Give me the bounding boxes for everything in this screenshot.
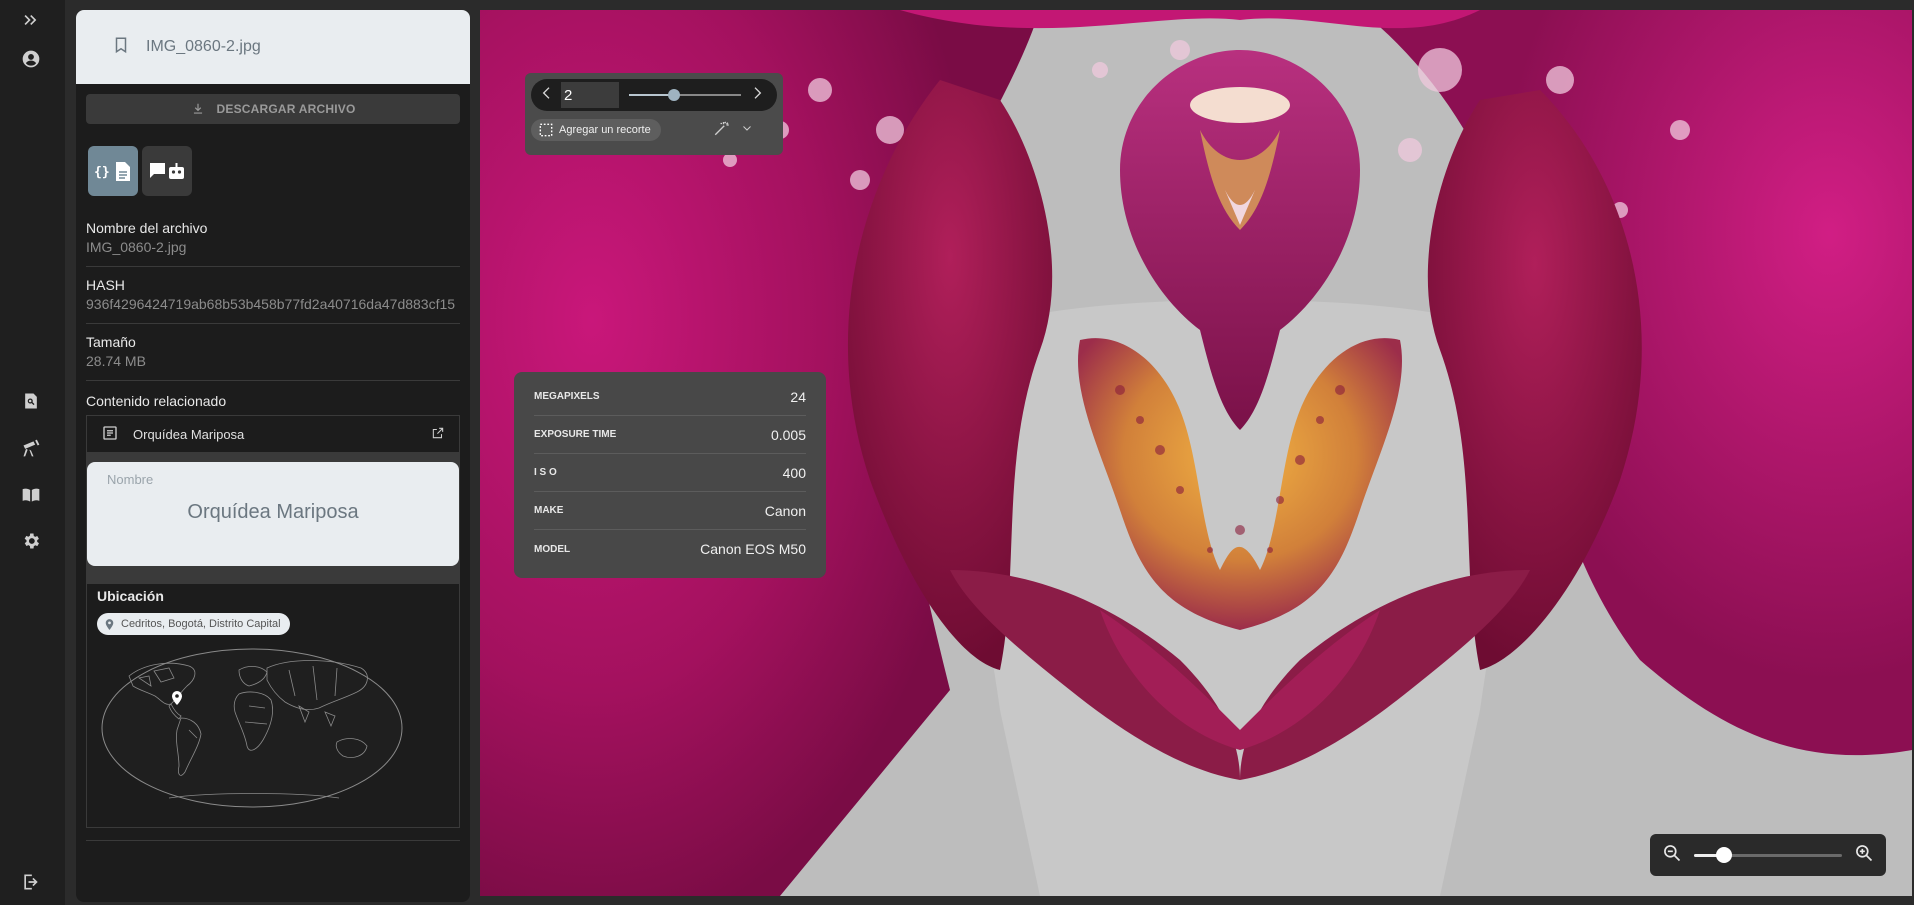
- exif-key: MODEL: [534, 543, 571, 555]
- file-details-panel: IMG_0860-2.jpg DESCARGAR ARCHIVO {} Nomb…: [76, 10, 470, 902]
- view-toggle: {}: [88, 146, 470, 196]
- exif-value: Canon EOS M50: [700, 541, 806, 557]
- telescope-icon[interactable]: [18, 435, 44, 461]
- book-icon[interactable]: [18, 482, 44, 508]
- file-info-list: Nombre del archivo IMG_0860-2.jpg HASH 9…: [86, 210, 460, 381]
- exif-panel: MEGAPIXELS 24 EXPOSURE TIME 0.005 I S O …: [514, 372, 826, 578]
- exif-value: Canon: [764, 502, 806, 519]
- exif-row: MAKE Canon: [534, 492, 806, 530]
- location-chip[interactable]: Cedritos, Bogotá, Distrito Capital: [97, 613, 290, 635]
- related-content-box: Orquídea Mariposa Nombre Orquídea Maripo…: [86, 415, 460, 828]
- page-navigation: [531, 79, 777, 111]
- expand-icon[interactable]: [18, 7, 44, 33]
- page-slider[interactable]: [629, 82, 741, 108]
- app-window: IMG_0860-2.jpg DESCARGAR ARCHIVO {} Nomb…: [0, 0, 1914, 905]
- file-name-label: Nombre del archivo: [86, 220, 208, 236]
- zoom-in-icon[interactable]: [1854, 843, 1874, 868]
- account-icon[interactable]: [18, 46, 44, 72]
- prev-page-icon[interactable]: [539, 85, 555, 106]
- page-number-input[interactable]: [561, 82, 619, 108]
- size-label: Tamaño: [86, 334, 136, 350]
- exif-key: MAKE: [534, 505, 564, 516]
- exif-value: 400: [782, 464, 806, 481]
- map-pin-icon: [105, 618, 114, 630]
- file-name-row: Nombre del archivo IMG_0860-2.jpg: [86, 210, 460, 267]
- file-name-value: IMG_0860-2.jpg: [86, 239, 187, 255]
- open-external-icon[interactable]: [431, 426, 445, 443]
- bookmark-icon[interactable]: [112, 36, 130, 59]
- panel-header: IMG_0860-2.jpg: [76, 10, 470, 84]
- json-symbol: {}: [94, 165, 110, 180]
- location-chip-label: Cedritos, Bogotá, Distrito Capital: [121, 618, 281, 630]
- file-title: IMG_0860-2.jpg: [146, 38, 261, 55]
- zoom-control: [1650, 834, 1886, 876]
- exif-key: EXPOSURE TIME: [534, 429, 617, 440]
- panel-footer-divider: [86, 839, 460, 841]
- hash-row: HASH 936f4296424719ab68b53b458b77fd2a407…: [86, 267, 460, 324]
- exif-row: EXPOSURE TIME 0.005: [534, 416, 806, 454]
- json-document-view-button[interactable]: {}: [88, 146, 138, 196]
- exif-key: MEGAPIXELS: [534, 391, 600, 402]
- location-title: Ubicación: [97, 588, 164, 604]
- next-page-icon[interactable]: [749, 85, 765, 106]
- exif-row: MEGAPIXELS 24: [534, 378, 806, 416]
- page-slider-thumb[interactable]: [667, 89, 680, 101]
- add-crop-button[interactable]: Agregar un recorte: [531, 119, 661, 141]
- toolbar-actions: Agregar un recorte: [531, 117, 777, 143]
- download-icon: [193, 103, 202, 114]
- chevron-down-icon[interactable]: [741, 121, 753, 139]
- related-item-label: Orquídea Mariposa: [133, 426, 245, 442]
- exif-row: I S O 400: [534, 454, 806, 492]
- card-strip: [87, 566, 459, 584]
- magic-wand-icon[interactable]: [713, 119, 731, 142]
- exif-value: 0.005: [770, 426, 806, 443]
- add-crop-label: Agregar un recorte: [559, 124, 651, 136]
- zoom-slider-thumb[interactable]: [1715, 847, 1732, 863]
- page-toolbar: Agregar un recorte: [525, 73, 783, 155]
- left-rail: [0, 0, 65, 905]
- chat-bot-view-button[interactable]: [142, 146, 192, 196]
- related-item[interactable]: Orquídea Mariposa: [87, 416, 459, 452]
- search-document-icon[interactable]: [18, 388, 44, 414]
- zoom-out-icon[interactable]: [1662, 843, 1682, 868]
- article-icon: [101, 424, 119, 445]
- world-map[interactable]: [99, 646, 405, 810]
- size-value: 28.74 MB: [86, 353, 146, 369]
- gear-icon[interactable]: [18, 528, 44, 554]
- exif-row: MODEL Canon EOS M50: [534, 530, 806, 568]
- hash-value: 936f4296424719ab68b53b458b77fd2a40716da4…: [86, 296, 456, 312]
- name-label: Nombre: [107, 472, 154, 487]
- crop-selection-icon: [539, 123, 553, 137]
- exif-key: I S O: [534, 467, 557, 478]
- zoom-slider[interactable]: [1694, 845, 1842, 865]
- download-label: DESCARGAR ARCHIVO: [216, 102, 356, 116]
- hash-label: HASH: [86, 277, 125, 293]
- exif-value: 24: [790, 388, 806, 405]
- chat-bot-icon: [150, 163, 184, 179]
- size-row: Tamaño 28.74 MB: [86, 324, 460, 381]
- name-card: Nombre Orquídea Mariposa: [87, 462, 459, 566]
- download-button[interactable]: DESCARGAR ARCHIVO: [86, 94, 460, 124]
- name-card-wrapper: Nombre Orquídea Mariposa: [87, 452, 459, 584]
- logout-icon[interactable]: [18, 869, 44, 895]
- related-content-title: Contenido relacionado: [86, 393, 227, 409]
- name-value: Orquídea Mariposa: [187, 501, 359, 523]
- json-document-icon: {}: [94, 162, 130, 181]
